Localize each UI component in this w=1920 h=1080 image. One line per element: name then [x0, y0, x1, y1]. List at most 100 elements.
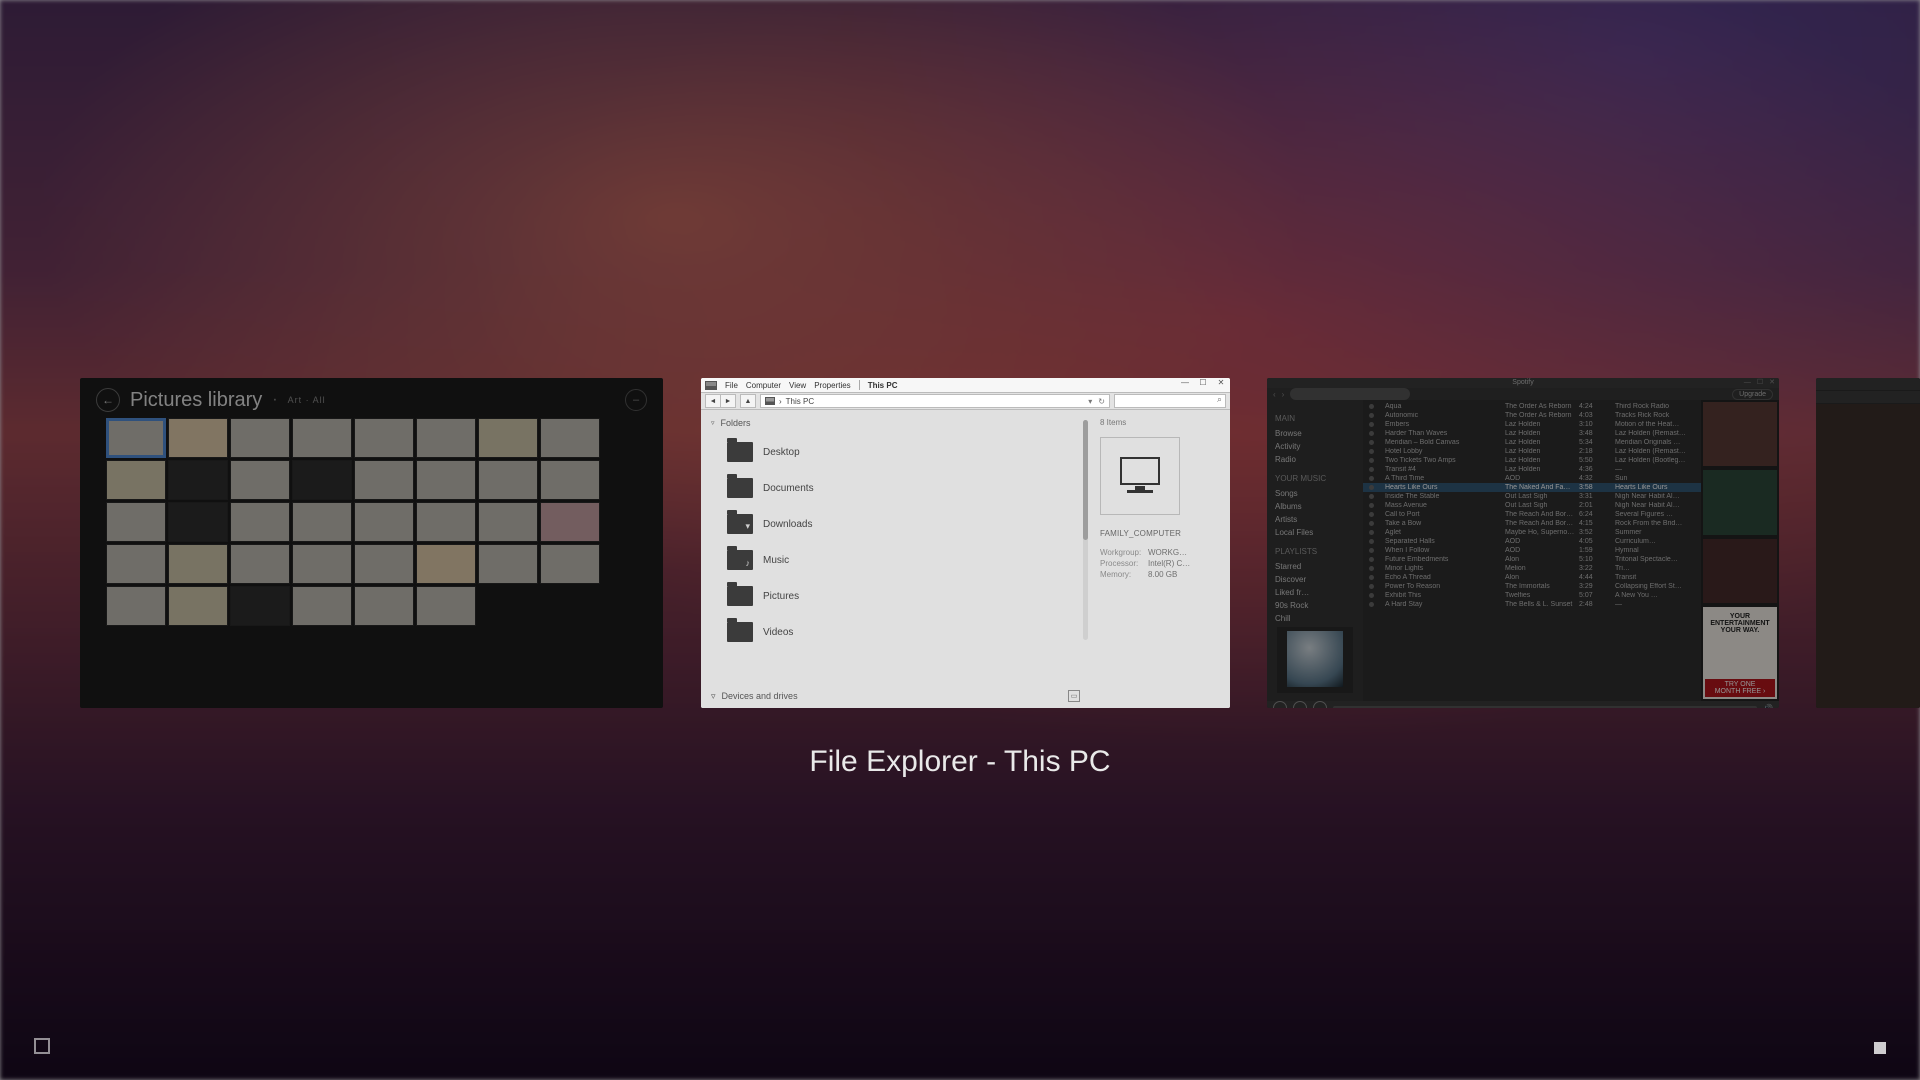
track-add-icon[interactable] [1369, 548, 1374, 553]
sidebar-item[interactable]: Songs [1275, 487, 1355, 500]
drives-section-header[interactable]: ▿ Devices and drives ▭ [711, 690, 1080, 702]
track-add-icon[interactable] [1369, 413, 1374, 418]
sidebar-item[interactable]: Chill [1275, 612, 1355, 625]
thumbnail[interactable] [416, 460, 476, 500]
minimize-button[interactable]: — [1180, 378, 1190, 387]
nav-up-button[interactable]: ▲ [740, 394, 756, 408]
track-row[interactable]: Two Tickets Two AmpsLaz Holden5:50Laz Ho… [1363, 456, 1701, 465]
sidebar-item[interactable]: Albums [1275, 500, 1355, 513]
scrollbar[interactable] [1083, 420, 1088, 640]
track-row[interactable]: Inside The StableOut Last Sigh3:31Nigh N… [1363, 492, 1701, 501]
track-row[interactable]: Mass AvenueOut Last Sigh2:01Nigh Near Ha… [1363, 501, 1701, 510]
track-add-icon[interactable] [1369, 512, 1374, 517]
track-add-icon[interactable] [1369, 449, 1374, 454]
track-add-icon[interactable] [1369, 584, 1374, 589]
track-row[interactable]: When I FollowAOD1:59Hymnal [1363, 546, 1701, 555]
next-button[interactable] [1313, 701, 1327, 708]
sidebar-item[interactable]: Local Files [1275, 526, 1355, 539]
thumbnail[interactable] [354, 460, 414, 500]
track-row[interactable]: Echo A ThreadAlon4:44Transit [1363, 573, 1701, 582]
menu-properties[interactable]: Properties [814, 381, 850, 390]
track-add-icon[interactable] [1369, 530, 1374, 535]
track-row[interactable]: Meridian – Bold CanvasLaz Holden5:34Meri… [1363, 438, 1701, 447]
upgrade-chip[interactable]: Upgrade [1732, 389, 1773, 400]
maximize-button[interactable]: ☐ [1757, 378, 1763, 388]
thumbnail[interactable] [230, 544, 290, 584]
track-row[interactable]: EmbersLaz Holden3:10Motion of the Heat… [1363, 420, 1701, 429]
track-add-icon[interactable] [1369, 602, 1374, 607]
thumbnail[interactable] [168, 502, 228, 542]
track-add-icon[interactable] [1369, 431, 1374, 436]
thumbnail[interactable] [230, 502, 290, 542]
ad-block[interactable]: YOUR ENTERTAINMENT YOUR WAY. TRY ONE MON… [1703, 607, 1777, 699]
track-add-icon[interactable] [1369, 485, 1374, 490]
search-input[interactable] [1114, 394, 1226, 408]
back-button[interactable]: ← [96, 388, 120, 412]
thumbnail[interactable] [354, 418, 414, 458]
now-playing[interactable] [1277, 627, 1353, 693]
thumbnail[interactable] [168, 544, 228, 584]
track-add-icon[interactable] [1369, 557, 1374, 562]
track-row[interactable]: Power To ReasonThe Immortals3:29Collapsi… [1363, 582, 1701, 591]
track-add-icon[interactable] [1369, 494, 1374, 499]
track-add-icon[interactable] [1369, 575, 1374, 580]
track-row[interactable]: A Hard StayThe Bells & L. Sunset2:48— [1363, 600, 1701, 609]
sidebar-item[interactable]: Browse [1275, 427, 1355, 440]
thumbnail[interactable] [106, 586, 166, 626]
task-card-pictures[interactable]: ← Pictures library · Art · All – [80, 378, 663, 708]
prev-button[interactable] [1273, 701, 1287, 708]
thumbnail[interactable] [478, 544, 538, 584]
track-add-icon[interactable] [1369, 422, 1374, 427]
thumbnail[interactable] [292, 544, 352, 584]
folder-item-desktop[interactable]: Desktop [727, 434, 1082, 470]
thumbnail[interactable] [106, 544, 166, 584]
track-add-icon[interactable] [1369, 539, 1374, 544]
nav-back-icon[interactable]: ‹ [1273, 390, 1276, 399]
thumbnail[interactable] [354, 586, 414, 626]
system-icon[interactable] [705, 381, 717, 390]
track-row[interactable]: Take a BowThe Reach And Borders4:15Rock … [1363, 519, 1701, 528]
thumbnail[interactable] [540, 460, 600, 500]
thumbnail[interactable] [168, 418, 228, 458]
thumbnail[interactable] [478, 502, 538, 542]
minimize-button[interactable]: — [1744, 378, 1751, 388]
track-add-icon[interactable] [1369, 458, 1374, 463]
sidebar-item[interactable]: Activity [1275, 440, 1355, 453]
thumbnail[interactable] [540, 544, 600, 584]
folder-item-downloads[interactable]: ▾Downloads [727, 506, 1082, 542]
task-card-file-explorer[interactable]: File Computer View Properties This PC — … [701, 378, 1230, 708]
nav-forward-button[interactable]: ► [720, 394, 736, 408]
poster-thumbnail[interactable] [1703, 470, 1777, 534]
sidebar-item[interactable]: Radio [1275, 453, 1355, 466]
thumbnail[interactable] [292, 586, 352, 626]
poster-thumbnail[interactable] [1703, 402, 1777, 466]
task-card-music-player[interactable]: Spotify —☐✕ ‹ › Upgrade MAIN BrowseActiv… [1267, 378, 1779, 708]
track-row[interactable]: Hearts Like OursThe Naked And Famous3:58… [1363, 483, 1701, 492]
track-row[interactable]: AquaThe Order As Reborn4:24Third Rock Ra… [1363, 402, 1701, 411]
track-row[interactable]: Hotel LobbyLaz Holden2:18Laz Holden (Rem… [1363, 447, 1701, 456]
track-row[interactable]: Harder Than WavesLaz Holden3:48Laz Holde… [1363, 429, 1701, 438]
thumbnail[interactable] [292, 460, 352, 500]
thumbnail[interactable] [106, 502, 166, 542]
options-icon[interactable]: – [625, 389, 647, 411]
address-bar[interactable]: › This PC ▾↻ [760, 394, 1110, 408]
track-add-icon[interactable] [1369, 440, 1374, 445]
track-row[interactable]: AutonomicThe Order As Reborn4:03Tracks R… [1363, 411, 1701, 420]
nav-back-button[interactable]: ◄ [705, 394, 720, 408]
tab-this-pc[interactable]: This PC [868, 381, 898, 390]
close-button[interactable]: ✕ [1216, 378, 1226, 387]
track-add-icon[interactable] [1369, 593, 1374, 598]
track-row[interactable]: AgletMaybe Ho, Supernov…3:52Summer [1363, 528, 1701, 537]
menu-view[interactable]: View [789, 381, 806, 390]
menu-computer[interactable]: Computer [746, 381, 781, 390]
track-row[interactable]: Separated HallsAOD4:05Curriculum… [1363, 537, 1701, 546]
track-add-icon[interactable] [1369, 467, 1374, 472]
thumbnail[interactable] [230, 418, 290, 458]
folder-item-videos[interactable]: Videos [727, 614, 1082, 650]
thumbnail[interactable] [168, 586, 228, 626]
thumbnail[interactable] [106, 460, 166, 500]
thumbnail[interactable] [354, 544, 414, 584]
thumbnail[interactable] [292, 418, 352, 458]
thumbnail[interactable] [416, 586, 476, 626]
collapse-icon[interactable]: ▭ [1068, 690, 1080, 702]
